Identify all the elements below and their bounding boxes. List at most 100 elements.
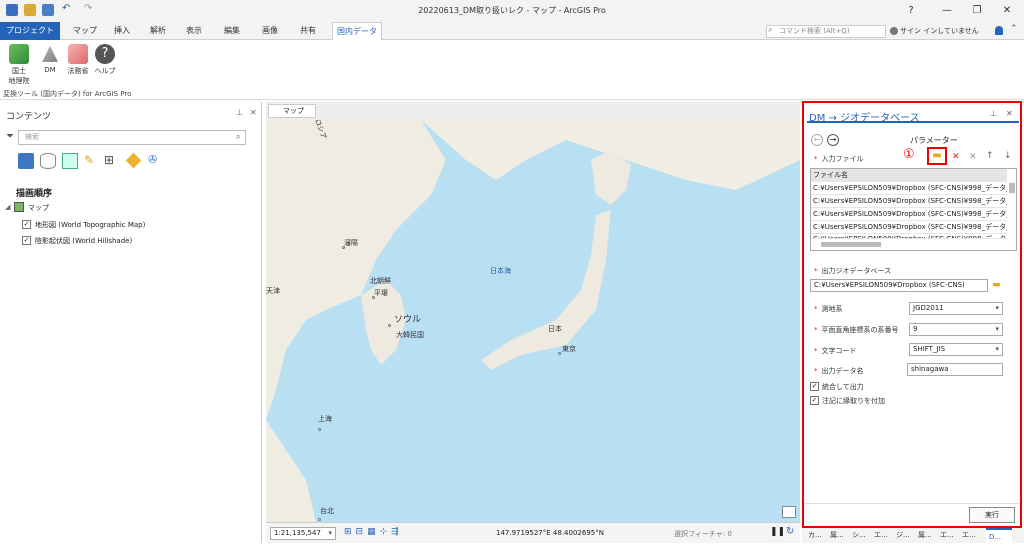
moj-button[interactable]: 法務省 bbox=[64, 44, 92, 76]
forward-icon[interactable]: → bbox=[827, 134, 839, 146]
label-north-korea: 北朝鮮 bbox=[370, 277, 391, 285]
gp-pin-icon[interactable]: ⊥ bbox=[990, 109, 997, 118]
map-canvas[interactable] bbox=[266, 120, 800, 522]
map-view[interactable]: ロシア 瀋陽 北朝鮮 平壌 天津 ソウル 大韓民国 日本海 日本 東京 上海 台… bbox=[266, 120, 800, 522]
step-marker: ① bbox=[903, 147, 915, 162]
layer-topo-name[interactable]: 地形図 (World Topographic Map) bbox=[35, 220, 145, 230]
label-taipei: 台北 bbox=[320, 507, 334, 515]
help-ribbon-button[interactable]: ? ヘルプ bbox=[94, 44, 116, 76]
output-browse-icon[interactable]: ▬ bbox=[992, 280, 1001, 290]
maximize-button[interactable]: ❐ bbox=[964, 2, 990, 20]
dm-button[interactable]: DM bbox=[38, 44, 62, 74]
title-bar: ↶ ↷ 20220613_DM取り扱いレク - マップ - ArcGIS Pro… bbox=[0, 0, 1024, 22]
notification-icon[interactable] bbox=[995, 26, 1003, 35]
tab-view[interactable]: 表示 bbox=[178, 22, 210, 40]
parameters-tab[interactable]: パラメーター bbox=[910, 135, 958, 146]
layer-hillshade-name[interactable]: 陰影起伏図 (World Hillshade) bbox=[35, 236, 132, 246]
output-name-label: * 出力データ名 bbox=[814, 367, 864, 375]
label-tokyo: 東京 bbox=[562, 345, 576, 353]
tab-symbology[interactable]: シ... bbox=[852, 528, 866, 543]
tab-kokunai-data[interactable]: 国内データ bbox=[332, 22, 382, 40]
tab-dm-tool[interactable]: D... bbox=[986, 528, 1012, 543]
datum-select[interactable]: JGD2011 bbox=[909, 302, 1003, 315]
run-button[interactable]: 実行 bbox=[969, 507, 1015, 523]
layer-topo-checkbox[interactable]: ✓ bbox=[22, 220, 31, 229]
map-nav-tools[interactable]: ⊞⊟▦⊹⇶ bbox=[344, 527, 403, 537]
tab-attributes[interactable]: 属... bbox=[830, 528, 844, 543]
file-row[interactable]: C:¥Users¥EPSILON509¥Dropbox (SFC-CNS)¥99… bbox=[811, 233, 1007, 239]
annotation-halo-checkbox[interactable]: ✓ bbox=[810, 396, 819, 405]
map-view-tab[interactable]: マップ ✕ bbox=[268, 104, 316, 127]
tab-export[interactable]: エ... bbox=[874, 528, 888, 543]
mainland-asia-shape bbox=[266, 120, 446, 420]
contents-search-icon[interactable]: ⌕ bbox=[236, 132, 240, 142]
label-seoul: ソウル bbox=[394, 315, 422, 325]
vertical-scrollbar[interactable] bbox=[1009, 183, 1015, 193]
help-button[interactable]: ? bbox=[898, 2, 924, 20]
file-row[interactable]: C:¥Users¥EPSILON509¥Dropbox (SFC-CNS)¥99… bbox=[811, 208, 1007, 221]
tab-imagery[interactable]: 画像 bbox=[254, 22, 286, 40]
tab-map[interactable]: マップ bbox=[68, 22, 102, 40]
gsi-button[interactable]: 国土 地理院 bbox=[6, 44, 32, 86]
ribbon-group-label: 変換ツール (国内データ) for ArcGIS Pro bbox=[3, 90, 132, 98]
charts-icon[interactable]: ✇ bbox=[148, 153, 164, 169]
horizontal-scrollbar[interactable] bbox=[821, 242, 881, 247]
layer-hillshade-checkbox[interactable]: ✓ bbox=[22, 236, 31, 245]
minimize-button[interactable]: — bbox=[934, 2, 960, 20]
tab-project[interactable]: プロジェクト bbox=[0, 22, 60, 40]
move-up-icon[interactable]: ↑ bbox=[986, 151, 994, 161]
charcode-label-text: 文字コード bbox=[821, 347, 857, 355]
window-title: 20220613_DM取り扱いレク - マップ - ArcGIS Pro bbox=[418, 6, 606, 15]
gp-close-icon[interactable]: ✕ bbox=[1006, 109, 1013, 118]
pause-drawing-icon[interactable]: ❚❚ bbox=[770, 527, 785, 537]
close-button[interactable]: ✕ bbox=[994, 2, 1020, 20]
tab-analysis[interactable]: 解析 bbox=[142, 22, 174, 40]
pane-close-icon[interactable]: ✕ bbox=[250, 108, 257, 117]
move-down-icon[interactable]: ↓ bbox=[1004, 151, 1012, 161]
coordinate-readout[interactable]: 147.9719527°E 48.4002695°N bbox=[496, 529, 604, 537]
scale-selector[interactable]: 1:21,135,547 bbox=[270, 527, 336, 540]
tab-attributes-2[interactable]: 属... bbox=[918, 528, 932, 543]
remove-item-icon[interactable]: ✕ bbox=[952, 152, 960, 162]
map-status-bar: 1:21,135,547 ⊞⊟▦⊹⇶ 147.9719527°E 48.4002… bbox=[266, 522, 800, 543]
plane-system-select[interactable]: 9 bbox=[909, 323, 1003, 336]
file-row[interactable]: C:¥Users¥EPSILON509¥Dropbox (SFC-CNS)¥99… bbox=[811, 182, 1007, 195]
output-gdb-input[interactable]: C:¥Users¥EPSILON509¥Dropbox (SFC-CNS) bbox=[810, 279, 988, 292]
editing-icon[interactable]: ✎ bbox=[84, 153, 100, 169]
signin-button[interactable]: サイン インしていません bbox=[900, 26, 979, 36]
charcode-select[interactable]: SHIFT_JIS bbox=[909, 343, 1003, 356]
divider bbox=[804, 503, 1020, 504]
contents-search-input[interactable]: 検索 bbox=[18, 130, 246, 145]
contents-pane: コンテンツ ⊥ ✕ ⏷ 検索 ⌕ ✎ ⊞ ✇ 描画順序 ◢ マップ ✓ 地形図 … bbox=[0, 102, 262, 543]
command-search-input[interactable]: コマンド検索 (Alt+Q) bbox=[766, 25, 886, 38]
data-source-icon[interactable] bbox=[40, 153, 56, 169]
tab-geoprocessing[interactable]: ジ... bbox=[896, 528, 910, 543]
user-icon bbox=[890, 27, 898, 35]
merge-checkbox[interactable]: ✓ bbox=[810, 382, 819, 391]
output-name-input[interactable]: shinagawa bbox=[907, 363, 1003, 376]
tab-edit[interactable]: エ... bbox=[940, 528, 954, 543]
clear-all-icon[interactable]: ✕ bbox=[969, 152, 977, 162]
browse-folder-icon[interactable]: ▬ bbox=[927, 147, 947, 165]
filter-icon[interactable]: ⏷ bbox=[6, 131, 14, 142]
labeling-icon[interactable] bbox=[125, 152, 142, 169]
back-icon[interactable]: ← bbox=[811, 134, 823, 146]
tab-catalog[interactable]: カ... bbox=[808, 528, 822, 543]
tab-share[interactable]: 共有 bbox=[292, 22, 324, 40]
draw-order-icon[interactable] bbox=[18, 153, 34, 169]
collapse-ribbon-icon[interactable]: ⌃ bbox=[1010, 24, 1018, 34]
expand-map-icon[interactable]: ◢ bbox=[5, 203, 10, 211]
label-tianjin: 天津 bbox=[266, 287, 280, 295]
map-overview-icon[interactable] bbox=[782, 506, 796, 518]
snapping-icon[interactable]: ⊞ bbox=[104, 153, 120, 169]
file-row[interactable]: C:¥Users¥EPSILON509¥Dropbox (SFC-CNS)¥99… bbox=[811, 195, 1007, 208]
selection-icon[interactable] bbox=[62, 153, 78, 169]
refresh-icon[interactable]: ↻ bbox=[786, 526, 794, 537]
map-layer-name[interactable]: マップ bbox=[28, 203, 49, 213]
tab-edit[interactable]: 編集 bbox=[216, 22, 248, 40]
tab-export-2[interactable]: エ... bbox=[962, 528, 976, 543]
tab-insert[interactable]: 挿入 bbox=[106, 22, 138, 40]
file-list-header[interactable]: ファイル名 bbox=[811, 169, 1007, 182]
pin-icon[interactable]: ⊥ bbox=[236, 108, 243, 117]
file-list[interactable]: ファイル名 C:¥Users¥EPSILON509¥Dropbox (SFC-C… bbox=[810, 168, 1017, 251]
